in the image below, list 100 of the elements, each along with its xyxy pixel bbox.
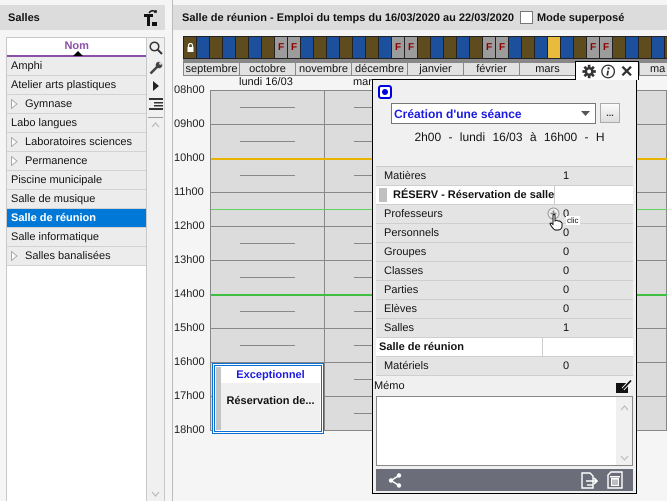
month-tab[interactable]: janvier <box>408 62 464 76</box>
memo-field[interactable] <box>376 396 633 466</box>
week-cell[interactable] <box>639 37 651 58</box>
list-icon[interactable] <box>148 97 163 111</box>
info-icon[interactable] <box>601 64 616 78</box>
room-item[interactable]: Laboratoires sciences <box>7 133 146 152</box>
week-cell[interactable] <box>262 37 274 58</box>
settings-icon[interactable] <box>582 64 596 78</box>
week-cell[interactable] <box>340 37 352 58</box>
week-cell[interactable]: F <box>288 37 300 58</box>
month-tab[interactable]: novembre <box>296 62 352 76</box>
room-item[interactable]: Salle de musique <box>7 190 146 209</box>
resource-label[interactable]: Personnels <box>376 227 538 239</box>
month-tab[interactable]: mars <box>520 62 576 76</box>
month-tab[interactable]: février <box>464 62 520 76</box>
room-item[interactable]: Permanence <box>7 152 146 171</box>
expand-icon[interactable] <box>11 137 18 147</box>
week-cell[interactable]: F <box>405 37 417 58</box>
week-cell[interactable]: F <box>587 37 599 58</box>
week-cell[interactable] <box>236 37 248 58</box>
week-cell[interactable] <box>314 37 326 58</box>
resource-count: 0 <box>538 281 633 299</box>
resource-label[interactable]: Professeurs <box>376 208 538 220</box>
week-cell[interactable] <box>301 37 313 58</box>
share-icon[interactable] <box>388 472 402 488</box>
search-icon[interactable] <box>148 41 163 55</box>
week-cell[interactable] <box>431 37 443 58</box>
room-item[interactable]: Piscine municipale <box>7 171 146 190</box>
wrench-icon[interactable] <box>148 61 163 75</box>
week-cell[interactable] <box>184 37 196 58</box>
week-cell[interactable] <box>548 37 560 58</box>
week-cell[interactable] <box>613 37 625 58</box>
week-cell[interactable] <box>210 37 222 58</box>
resource-count: 1 <box>538 319 633 337</box>
resource-label[interactable]: Groupes <box>376 246 538 258</box>
month-tab[interactable]: octobre <box>240 62 296 76</box>
session-dropdown[interactable]: Création d'une séance <box>391 103 596 124</box>
edit-icon[interactable] <box>616 379 633 393</box>
week-cell[interactable] <box>509 37 521 58</box>
hour-label: 10h00 <box>173 152 206 166</box>
expand-icon[interactable] <box>11 99 18 109</box>
close-icon[interactable] <box>620 65 632 77</box>
room-item[interactable]: Salle de réunion <box>7 209 146 228</box>
week-cell[interactable] <box>626 37 638 58</box>
resource-label[interactable]: Salles <box>376 322 538 334</box>
week-cell[interactable]: F <box>392 37 404 58</box>
week-cell[interactable]: F <box>275 37 287 58</box>
room-item[interactable]: Salle informatique <box>7 228 146 247</box>
day-label: lundi 16/03 <box>239 77 293 88</box>
week-cell[interactable] <box>652 37 664 58</box>
week-cell[interactable] <box>366 37 378 58</box>
room-item[interactable]: Amphi <box>7 57 146 76</box>
week-cell[interactable] <box>561 37 573 58</box>
resource-entry[interactable]: RÉSERV - Réservation de salle <box>376 186 633 205</box>
room-item[interactable]: Gymnase <box>7 95 146 114</box>
week-cell[interactable] <box>223 37 235 58</box>
week-cell[interactable] <box>470 37 482 58</box>
week-cell[interactable]: F <box>496 37 508 58</box>
hour-label: 17h00 <box>173 390 206 404</box>
checkbox[interactable] <box>520 11 533 24</box>
week-cell[interactable] <box>379 37 391 58</box>
resource-count: 0 <box>538 300 633 318</box>
week-cell[interactable] <box>444 37 456 58</box>
tool-icon[interactable] <box>143 8 159 26</box>
resource-label[interactable]: Classes <box>376 265 538 277</box>
week-cell[interactable] <box>249 37 261 58</box>
scroll-up-icon[interactable] <box>620 405 628 411</box>
export-icon[interactable] <box>581 472 599 488</box>
room-item[interactable]: Labo langues <box>7 114 146 133</box>
month-tab[interactable]: décembre <box>352 62 408 76</box>
more-button[interactable]: ... <box>600 103 620 123</box>
resource-entry[interactable]: Salle de réunion <box>376 338 633 357</box>
week-cell[interactable] <box>327 37 339 58</box>
week-cell[interactable] <box>574 37 586 58</box>
expand-icon[interactable] <box>11 251 18 261</box>
week-cell[interactable] <box>418 37 430 58</box>
scroll-down-icon[interactable] <box>620 455 628 461</box>
week-cell[interactable]: F <box>483 37 495 58</box>
week-cell[interactable] <box>535 37 547 58</box>
play-icon[interactable] <box>152 81 159 91</box>
pin-icon[interactable] <box>378 85 392 99</box>
scroll-up-icon[interactable] <box>151 122 160 128</box>
resource-label[interactable]: Parties <box>376 284 538 296</box>
room-item[interactable]: Atelier arts plastiques <box>7 76 146 95</box>
week-cell[interactable] <box>522 37 534 58</box>
week-cell[interactable] <box>457 37 469 58</box>
week-cell[interactable]: F <box>600 37 612 58</box>
week-cell[interactable] <box>353 37 365 58</box>
resource-label[interactable]: Matières <box>376 170 538 182</box>
resource-label[interactable]: Elèves <box>376 303 538 315</box>
scroll-down-icon[interactable] <box>151 491 160 497</box>
month-tab[interactable]: ma <box>639 62 667 76</box>
resource-label[interactable]: Matériels <box>376 360 538 372</box>
month-tab[interactable]: septembre <box>183 62 240 76</box>
event-card[interactable]: Exceptionnel Réservation de... <box>212 363 324 434</box>
event-label: Réservation de... <box>226 395 315 407</box>
delete-icon[interactable] <box>607 471 623 489</box>
room-item[interactable]: Salles banalisées <box>7 247 146 266</box>
expand-icon[interactable] <box>11 156 18 166</box>
week-cell[interactable] <box>197 37 209 58</box>
